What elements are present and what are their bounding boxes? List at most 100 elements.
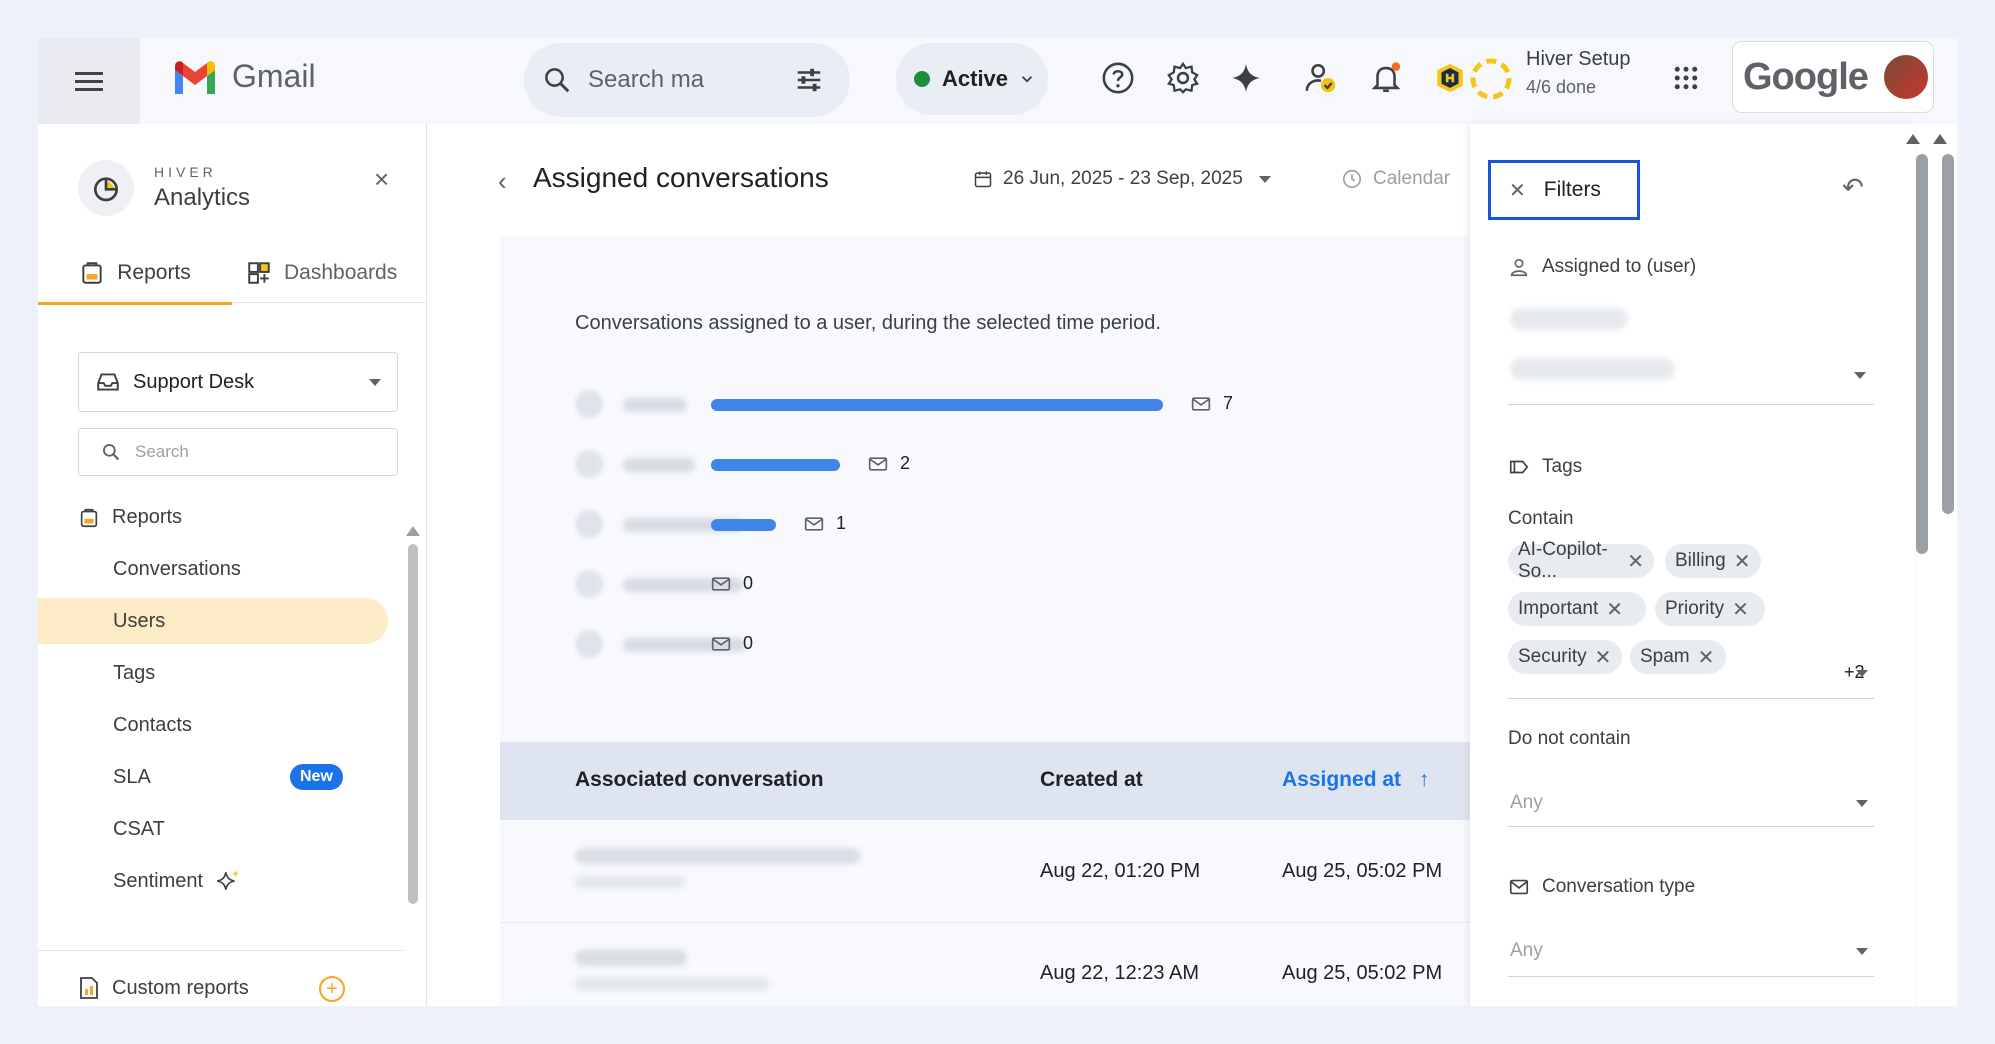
user-availability-icon[interactable] xyxy=(1301,58,1341,98)
scroll-up-arrow-icon[interactable] xyxy=(406,526,420,536)
back-button[interactable]: ‹ xyxy=(498,166,507,197)
not-contain-caret-icon[interactable] xyxy=(1856,800,1868,807)
close-sidebar-button[interactable]: × xyxy=(374,164,389,195)
settings-gear-icon[interactable] xyxy=(1163,58,1203,98)
report-search-placeholder: Search xyxy=(135,442,189,461)
report-description: Conversations assigned to a user, during… xyxy=(575,312,1161,334)
google-account-button[interactable]: Google xyxy=(1732,41,1934,113)
tab-reports[interactable]: Reports xyxy=(38,244,232,305)
apps-grid-icon[interactable] xyxy=(1666,58,1706,98)
tag-chip[interactable]: Important ✕ xyxy=(1508,592,1646,626)
assigned-user-field-underline xyxy=(1508,404,1874,405)
brand-small-label: HIVER xyxy=(154,164,217,180)
close-filters-icon[interactable]: ✕ xyxy=(1509,178,1526,203)
sidebar-item-tags[interactable]: Tags xyxy=(38,650,388,696)
page-scroll-up-icon[interactable] xyxy=(1933,134,1947,144)
panel-scrollbar[interactable] xyxy=(1916,154,1928,554)
user-bar-row[interactable]: 0 xyxy=(575,630,1475,660)
sidebar-item-users[interactable]: Users xyxy=(38,598,388,644)
date-range-picker[interactable]: 26 Jun, 2025 - 23 Sep, 2025 xyxy=(973,168,1271,190)
calendar-type-selector[interactable]: Calendar xyxy=(1341,168,1450,190)
notifications-bell-icon[interactable] xyxy=(1366,58,1406,98)
gmail-m-icon xyxy=(175,60,215,94)
user-bar-row[interactable]: 2 xyxy=(575,450,1475,480)
gmail-wordmark: Gmail xyxy=(232,58,316,94)
remove-tag-icon[interactable]: ✕ xyxy=(1734,549,1751,574)
calendar-label: Calendar xyxy=(1373,168,1451,189)
mail-search-bar[interactable]: Search ma xyxy=(524,43,850,117)
search-icon xyxy=(545,68,570,93)
tab-dashboards[interactable]: Dashboards xyxy=(246,244,397,302)
remove-tag-icon[interactable]: ✕ xyxy=(1732,597,1749,622)
sidebar-item-csat[interactable]: CSAT xyxy=(38,806,388,852)
remove-tag-icon[interactable]: ✕ xyxy=(1606,597,1623,622)
tags-dropdown-caret-icon[interactable] xyxy=(1856,670,1868,677)
sidebar-scrollbar[interactable] xyxy=(408,544,418,904)
blurred-user-chip xyxy=(1510,308,1628,330)
help-icon[interactable] xyxy=(1098,58,1138,98)
hiver-setup-widget[interactable]: Hiver Setup 4/6 done xyxy=(1526,48,1631,98)
add-custom-report-button[interactable]: + xyxy=(319,976,345,1002)
not-contain-dropdown[interactable]: Any xyxy=(1510,792,1543,814)
gmail-logo[interactable]: Gmail xyxy=(172,58,316,95)
custom-report-icon xyxy=(80,977,98,999)
conversation-count: 2 xyxy=(900,453,911,473)
panel-scroll-up-icon[interactable] xyxy=(1906,134,1920,144)
status-active-button[interactable]: Active xyxy=(896,43,1048,115)
row-assigned-at: Aug 25, 05:02 PM xyxy=(1282,962,1443,984)
user-bar-row[interactable]: 0 xyxy=(575,570,1475,600)
conversation-type-caret-icon[interactable] xyxy=(1856,948,1868,955)
table-row[interactable]: Aug 22, 01:20 PM Aug 25, 05:02 PM xyxy=(500,820,1510,923)
sidebar-item-label: Sentiment xyxy=(113,869,204,892)
tag-chip[interactable]: Billing ✕ xyxy=(1665,544,1761,578)
setup-progress-ring-icon xyxy=(1470,58,1512,100)
col-associated-conversation[interactable]: Associated conversation xyxy=(575,768,824,792)
tag-chip-label: Billing xyxy=(1675,550,1726,571)
tag-chip[interactable]: AI-Copilot-So... ✕ xyxy=(1508,539,1654,582)
tag-chip[interactable]: Security ✕ xyxy=(1508,640,1622,674)
main-menu-button[interactable] xyxy=(38,38,140,124)
search-options-icon[interactable] xyxy=(794,65,824,95)
tags-label-text: Tags xyxy=(1542,456,1583,477)
tag-chip[interactable]: Priority ✕ xyxy=(1655,592,1765,626)
sidebar-item-conversations[interactable]: Conversations xyxy=(38,546,388,592)
reports-section-header[interactable]: Reports xyxy=(78,506,182,529)
tag-chip-label: Important xyxy=(1518,598,1599,619)
assigned-user-dropdown-caret-icon[interactable] xyxy=(1854,372,1866,379)
col-assigned-at[interactable]: Assigned at ↑ xyxy=(1282,768,1429,792)
conversation-type-underline xyxy=(1508,976,1874,977)
tab-reports-label: Reports xyxy=(117,261,191,284)
user-bar-row[interactable]: 7 xyxy=(575,390,1475,420)
remove-tag-icon[interactable]: ✕ xyxy=(1595,645,1612,670)
hamburger-icon xyxy=(75,67,103,96)
custom-reports-link[interactable]: Custom reports xyxy=(78,976,249,1000)
status-label: Active xyxy=(942,66,1009,91)
sidebar-item-sentiment[interactable]: Sentiment xyxy=(38,858,388,904)
not-contain-underline xyxy=(1508,826,1874,827)
chevron-down-icon xyxy=(1021,76,1033,83)
inbox-dropdown[interactable]: Support Desk xyxy=(78,352,398,412)
count-bar xyxy=(711,459,840,471)
hiver-shield-icon[interactable] xyxy=(1430,58,1470,98)
remove-tag-icon[interactable]: ✕ xyxy=(1627,549,1644,574)
col-created-at[interactable]: Created at xyxy=(1040,768,1143,792)
reset-filters-icon[interactable]: ↶ xyxy=(1842,172,1864,203)
gemini-sparkle-icon[interactable] xyxy=(1226,58,1266,98)
count-bar xyxy=(711,519,776,531)
page-scrollbar[interactable] xyxy=(1942,154,1954,514)
tag-chip-label: AI-Copilot-So... xyxy=(1518,539,1608,582)
user-bar-row[interactable]: 1 xyxy=(575,510,1475,540)
date-range-value: 26 Jun, 2025 - 23 Sep, 2025 xyxy=(1003,168,1243,189)
tags-filter-label: Tags xyxy=(1508,456,1582,478)
conversation-type-dropdown[interactable]: Any xyxy=(1510,940,1543,962)
table-row[interactable]: Aug 22, 12:23 AM Aug 25, 05:02 PM xyxy=(500,922,1510,1006)
row-assigned-at: Aug 25, 05:02 PM xyxy=(1282,860,1443,882)
sidebar-item-contacts[interactable]: Contacts xyxy=(38,702,388,748)
page-title: Assigned conversations xyxy=(533,162,829,193)
tag-chip[interactable]: Spam ✕ xyxy=(1630,640,1726,674)
remove-tag-icon[interactable]: ✕ xyxy=(1698,645,1715,670)
report-search-input[interactable]: Search xyxy=(78,428,398,476)
sidebar-item-sla[interactable]: SLA New xyxy=(38,754,388,800)
filters-header[interactable]: ✕ Filters xyxy=(1488,160,1640,220)
dropdown-caret-icon xyxy=(369,379,381,386)
